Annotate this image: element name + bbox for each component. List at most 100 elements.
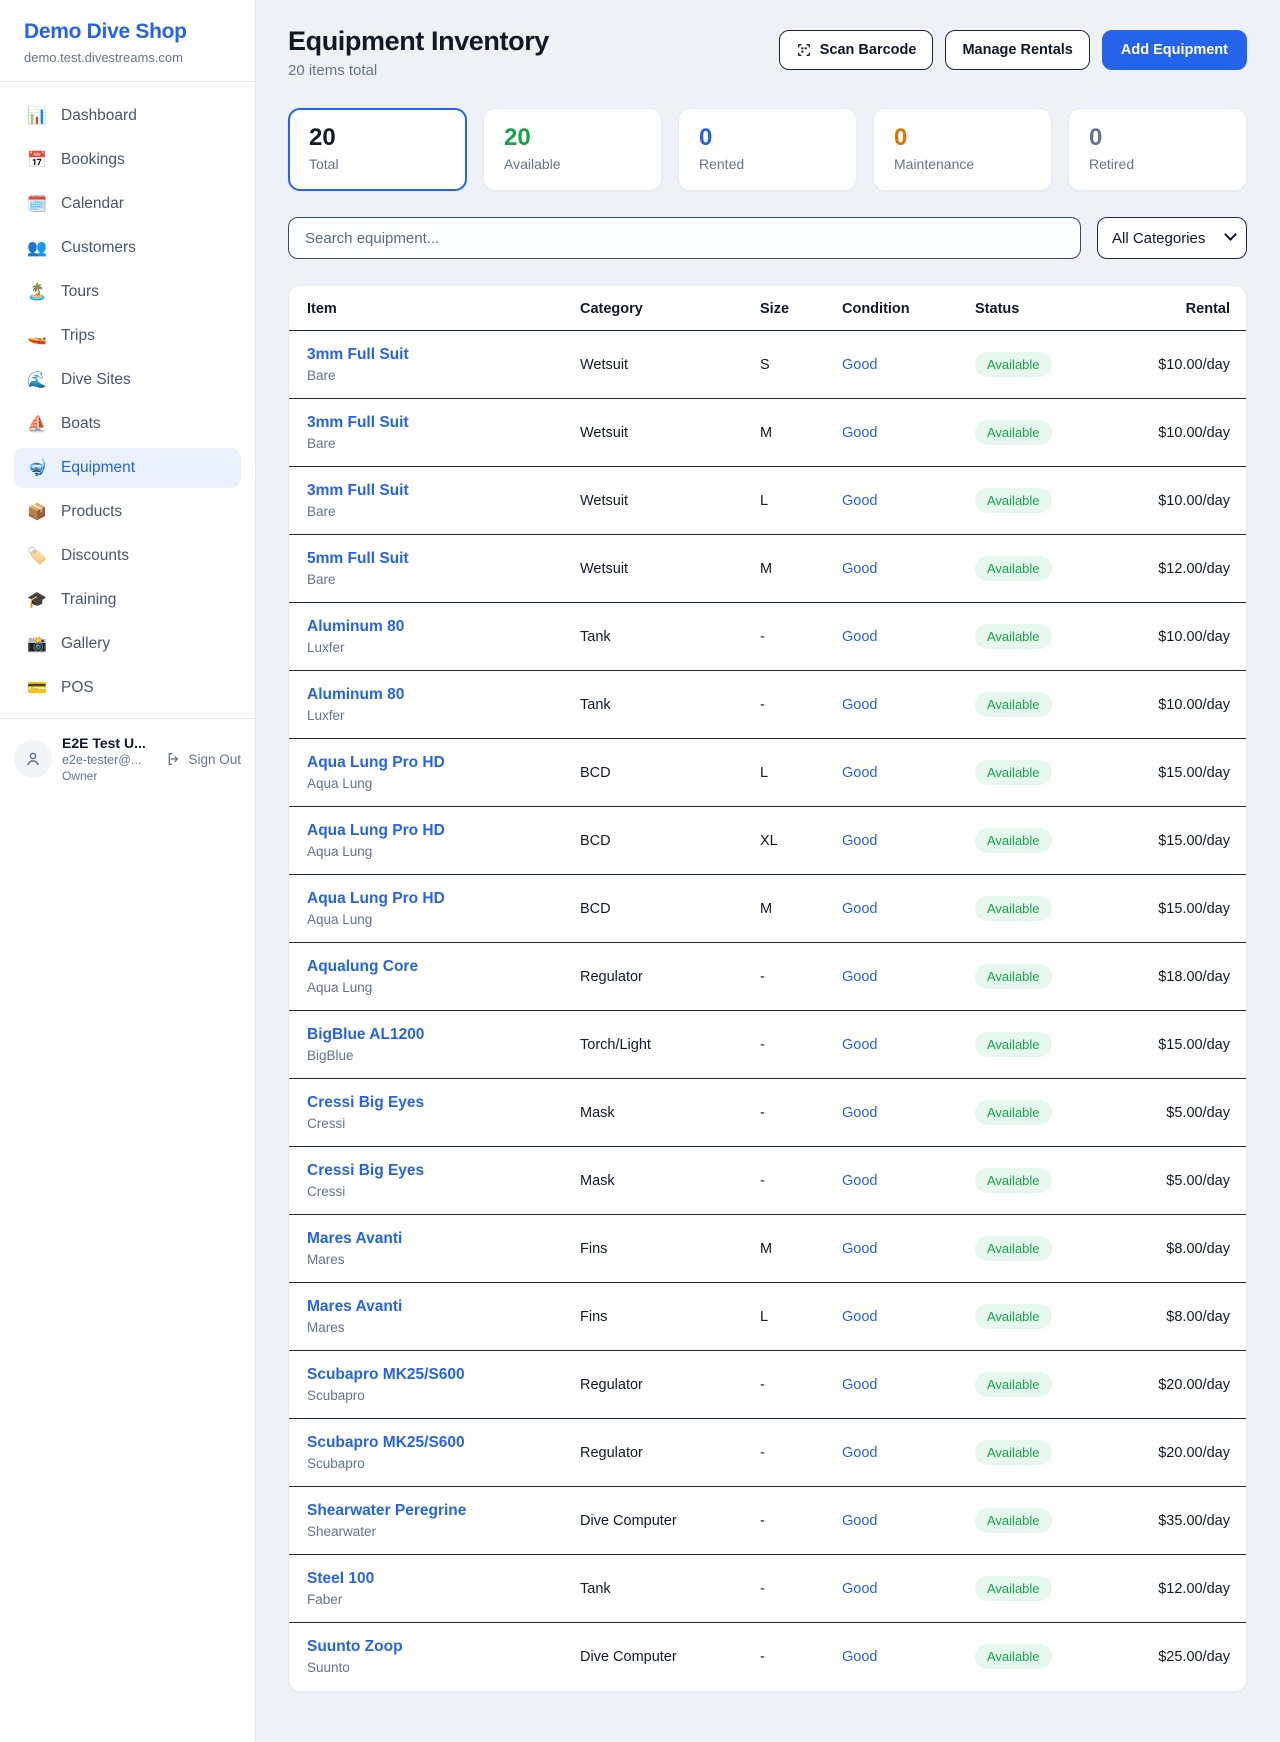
discounts-icon: 🏷️ bbox=[26, 546, 48, 566]
scan-barcode-button[interactable]: Scan Barcode bbox=[779, 30, 934, 70]
sidebar-item-pos[interactable]: 💳 POS bbox=[14, 668, 241, 708]
table-row: 3mm Full Suit Bare Wetsuit S Good Availa… bbox=[289, 331, 1246, 399]
sidebar-item-customers[interactable]: 👥 Customers bbox=[14, 228, 241, 268]
add-equipment-button[interactable]: Add Equipment bbox=[1102, 30, 1247, 70]
sidebar-item-dashboard[interactable]: 📊 Dashboard bbox=[14, 96, 241, 136]
brand-name[interactable]: Demo Dive Shop bbox=[24, 20, 231, 44]
item-name-link[interactable]: Cressi Big Eyes bbox=[307, 1094, 548, 1112]
item-name-link[interactable]: Scubapro MK25/S600 bbox=[307, 1366, 548, 1384]
item-rental-rate: $10.00/day bbox=[1121, 603, 1246, 671]
stat-value: 0 bbox=[894, 124, 1031, 152]
column-header-condition: Condition bbox=[826, 286, 959, 331]
item-rental-rate: $18.00/day bbox=[1121, 943, 1246, 1011]
item-condition-link[interactable]: Good bbox=[842, 493, 877, 509]
stat-card-rented[interactable]: 0 Rented bbox=[678, 108, 857, 191]
sidebar-item-equipment[interactable]: 🤿 Equipment bbox=[14, 448, 241, 488]
item-name-link[interactable]: Cressi Big Eyes bbox=[307, 1162, 548, 1180]
stat-label: Retired bbox=[1089, 156, 1226, 172]
item-name-link[interactable]: Steel 100 bbox=[307, 1570, 548, 1588]
item-name-link[interactable]: Aluminum 80 bbox=[307, 686, 548, 704]
item-name-link[interactable]: Shearwater Peregrine bbox=[307, 1502, 548, 1520]
item-condition-link[interactable]: Good bbox=[842, 1377, 877, 1393]
table-header: Item Category Size Condition Status Rent… bbox=[289, 286, 1246, 331]
search-input[interactable] bbox=[288, 217, 1081, 259]
item-condition-link[interactable]: Good bbox=[842, 1445, 877, 1461]
stat-card-retired[interactable]: 0 Retired bbox=[1068, 108, 1247, 191]
sidebar-item-training[interactable]: 🎓 Training bbox=[14, 580, 241, 620]
item-condition-link[interactable]: Good bbox=[842, 1513, 877, 1529]
item-rental-rate: $12.00/day bbox=[1121, 535, 1246, 603]
status-badge: Available bbox=[975, 1100, 1052, 1125]
status-badge: Available bbox=[975, 1304, 1052, 1329]
item-name-link[interactable]: Suunto Zoop bbox=[307, 1638, 548, 1656]
item-name-link[interactable]: 3mm Full Suit bbox=[307, 414, 548, 432]
sidebar-item-trips[interactable]: 🚤 Trips bbox=[14, 316, 241, 356]
stat-card-maintenance[interactable]: 0 Maintenance bbox=[873, 108, 1052, 191]
sidebar-item-boats[interactable]: ⛵ Boats bbox=[14, 404, 241, 444]
table-row: BigBlue AL1200 BigBlue Torch/Light - Goo… bbox=[289, 1011, 1246, 1079]
category-select-wrap: All Categories bbox=[1097, 217, 1247, 259]
item-rental-rate: $15.00/day bbox=[1121, 875, 1246, 943]
item-condition-link[interactable]: Good bbox=[842, 1105, 877, 1121]
item-condition-link[interactable]: Good bbox=[842, 629, 877, 645]
item-condition-link[interactable]: Good bbox=[842, 833, 877, 849]
item-condition-link[interactable]: Good bbox=[842, 765, 877, 781]
sidebar-item-gallery[interactable]: 📸 Gallery bbox=[14, 624, 241, 664]
item-brand: Bare bbox=[307, 504, 548, 519]
sidebar-item-calendar[interactable]: 🗓️ Calendar bbox=[14, 184, 241, 224]
sidebar-item-tours[interactable]: 🏝️ Tours bbox=[14, 272, 241, 312]
item-name-link[interactable]: Aqua Lung Pro HD bbox=[307, 822, 548, 840]
item-condition-link[interactable]: Good bbox=[842, 1037, 877, 1053]
item-brand: Mares bbox=[307, 1320, 548, 1335]
item-name-link[interactable]: Aqua Lung Pro HD bbox=[307, 754, 548, 772]
item-name-link[interactable]: 5mm Full Suit bbox=[307, 550, 548, 568]
stat-label: Available bbox=[504, 156, 641, 172]
status-badge: Available bbox=[975, 1032, 1052, 1057]
equipment-icon: 🤿 bbox=[26, 458, 48, 478]
item-brand: Bare bbox=[307, 368, 548, 383]
item-rental-rate: $25.00/day bbox=[1121, 1623, 1246, 1691]
sidebar-item-label: Discounts bbox=[61, 547, 129, 565]
item-name-link[interactable]: Mares Avanti bbox=[307, 1230, 548, 1248]
item-size: - bbox=[744, 1147, 826, 1215]
item-name-link[interactable]: BigBlue AL1200 bbox=[307, 1026, 548, 1044]
item-name-link[interactable]: Aqualung Core bbox=[307, 958, 548, 976]
item-name-link[interactable]: Aluminum 80 bbox=[307, 618, 548, 636]
item-name-link[interactable]: 3mm Full Suit bbox=[307, 482, 548, 500]
column-header-item: Item bbox=[289, 286, 564, 331]
item-condition-link[interactable]: Good bbox=[842, 1649, 877, 1665]
item-name-link[interactable]: 3mm Full Suit bbox=[307, 346, 548, 364]
item-condition-link[interactable]: Good bbox=[842, 425, 877, 441]
sidebar-item-dive-sites[interactable]: 🌊 Dive Sites bbox=[14, 360, 241, 400]
item-condition-link[interactable]: Good bbox=[842, 1241, 877, 1257]
manage-rentals-button[interactable]: Manage Rentals bbox=[945, 30, 1089, 70]
item-condition-link[interactable]: Good bbox=[842, 1173, 877, 1189]
table-row: 3mm Full Suit Bare Wetsuit L Good Availa… bbox=[289, 467, 1246, 535]
item-condition-link[interactable]: Good bbox=[842, 1309, 877, 1325]
item-name-link[interactable]: Mares Avanti bbox=[307, 1298, 548, 1316]
table-row: Shearwater Peregrine Shearwater Dive Com… bbox=[289, 1487, 1246, 1555]
item-condition-link[interactable]: Good bbox=[842, 969, 877, 985]
stat-label: Maintenance bbox=[894, 156, 1031, 172]
item-rental-rate: $15.00/day bbox=[1121, 807, 1246, 875]
stat-card-available[interactable]: 20 Available bbox=[483, 108, 662, 191]
barcode-scan-icon bbox=[796, 42, 812, 58]
sidebar-item-bookings[interactable]: 📅 Bookings bbox=[14, 140, 241, 180]
category-filter-select[interactable]: All Categories bbox=[1097, 217, 1247, 259]
sidebar-item-label: Customers bbox=[61, 239, 136, 257]
item-category: Fins bbox=[564, 1215, 744, 1283]
table-row: 3mm Full Suit Bare Wetsuit M Good Availa… bbox=[289, 399, 1246, 467]
item-condition-link[interactable]: Good bbox=[842, 1581, 877, 1597]
item-condition-link[interactable]: Good bbox=[842, 901, 877, 917]
item-name-link[interactable]: Scubapro MK25/S600 bbox=[307, 1434, 548, 1452]
item-condition-link[interactable]: Good bbox=[842, 357, 877, 373]
sidebar-item-discounts[interactable]: 🏷️ Discounts bbox=[14, 536, 241, 576]
sidebar-item-products[interactable]: 📦 Products bbox=[14, 492, 241, 532]
stat-card-total[interactable]: 20 Total bbox=[288, 108, 467, 191]
item-name-link[interactable]: Aqua Lung Pro HD bbox=[307, 890, 548, 908]
stat-value: 20 bbox=[309, 124, 446, 152]
item-brand: Bare bbox=[307, 436, 548, 451]
item-condition-link[interactable]: Good bbox=[842, 561, 877, 577]
sign-out-button[interactable]: Sign Out bbox=[166, 751, 241, 767]
item-condition-link[interactable]: Good bbox=[842, 697, 877, 713]
